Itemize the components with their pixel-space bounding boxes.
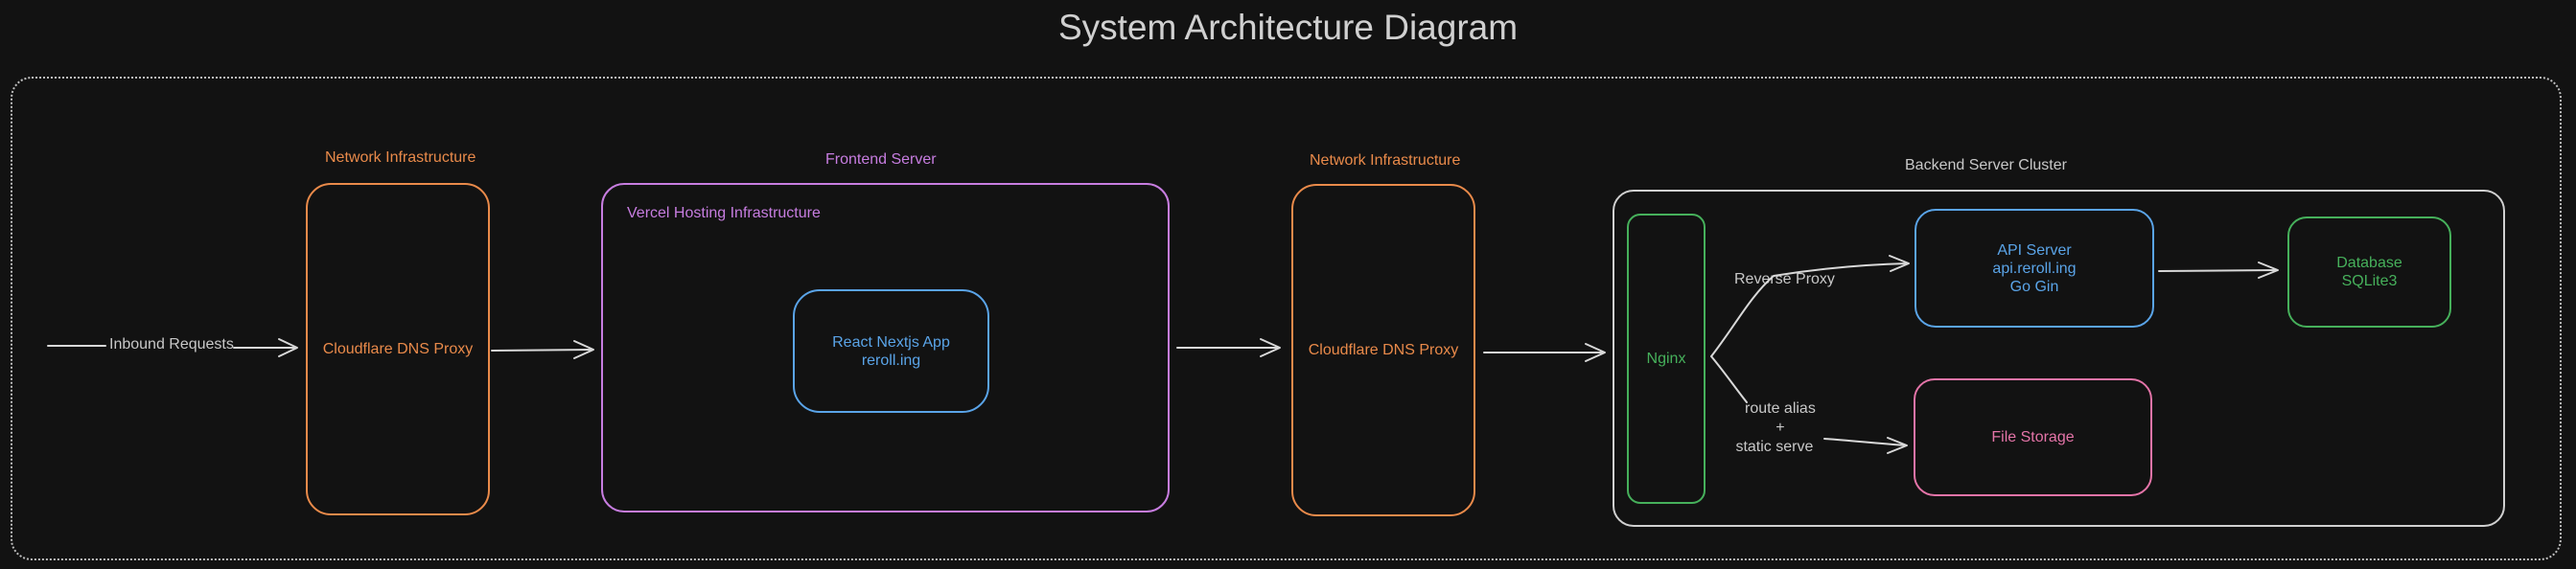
arrow-cf1-frontend xyxy=(491,349,593,352)
arrow-api-database xyxy=(2158,269,2278,272)
arrow-nginx-storage xyxy=(1710,355,1748,403)
connector-arrows xyxy=(47,255,2279,454)
arrow-nginx-api xyxy=(1710,262,1909,357)
